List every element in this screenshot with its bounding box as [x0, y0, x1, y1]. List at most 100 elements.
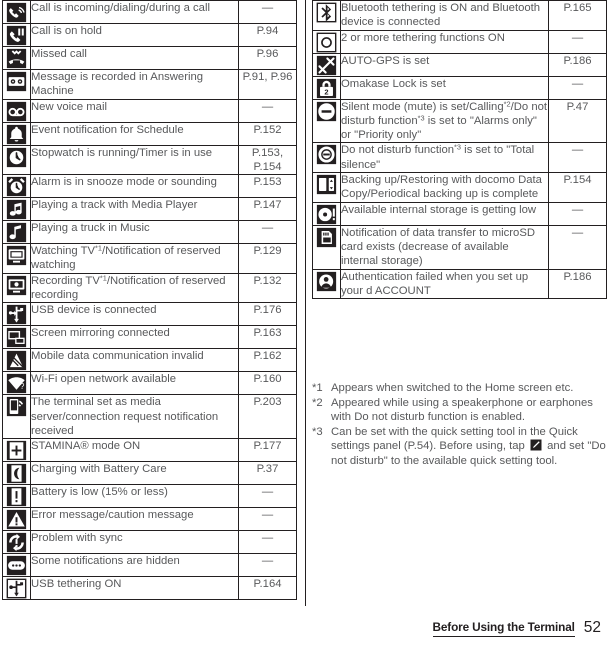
status-icon-cell [2, 553, 31, 578]
status-icon-cell [2, 576, 31, 601]
status-page-reference-cell: P.176 [238, 302, 297, 327]
status-page-reference-cell: — [238, 553, 297, 578]
status-page-reference-cell: P.37 [238, 461, 297, 486]
table-row: Alarm is in snooze mode or sounding P.153 [2, 174, 297, 199]
status-icon-cell [2, 272, 31, 304]
manual-page: Call is incoming/dialing/during a call — C… [0, 0, 609, 645]
multi-tethering-icon [316, 32, 337, 53]
storage-low-icon [316, 204, 337, 225]
status-page-reference-cell: P.152 [238, 121, 297, 146]
status-description-cell: Available internal storage is getting lo… [340, 201, 549, 226]
answering-machine-icon [6, 71, 27, 92]
table-row: 2 or more tethering functions ON — [312, 29, 607, 54]
table-row: Stopwatch is running/Timer is in use P.15… [2, 144, 297, 176]
status-icon-cell [2, 174, 31, 199]
table-row: Charging with Battery Care P.37 [2, 461, 297, 486]
status-description-cell: Recording TV*1/Notification of reserved … [30, 272, 239, 304]
edit-pencil-icon [530, 439, 542, 451]
footnote-text: Appears when switched to the Home screen… [331, 382, 574, 394]
status-icon-cell [2, 69, 31, 100]
status-description-cell: 2 or more tethering functions ON [340, 29, 549, 54]
table-row: Authentication failed when you set up yo… [312, 268, 607, 300]
status-description-cell: Battery is low (15% or less) [30, 484, 239, 509]
tv-watching-icon [6, 245, 27, 266]
table-row: Message is recorded in Answering Machine… [2, 69, 297, 100]
footnote-text: Appeared while using a speakerphone or e… [331, 396, 593, 424]
status-icon-cell [2, 197, 31, 222]
stopwatch-icon [6, 147, 27, 168]
battery-care-icon [6, 463, 27, 484]
left-column: Call is incoming/dialing/during a call — C… [2, 0, 297, 601]
status-icon-cell [2, 507, 31, 532]
silent-mode-icon [316, 101, 337, 122]
status-description-cell: Missed call [30, 46, 239, 70]
status-icon-cell [2, 121, 31, 146]
status-icon-cell [312, 52, 341, 77]
page-footer: Before Using the Terminal 52 [0, 611, 601, 637]
status-icon-cell [2, 348, 31, 373]
status-icon-cell [2, 484, 31, 509]
status-page-reference-cell: P.96 [238, 46, 297, 70]
status-page-reference-cell: P.129 [238, 243, 297, 274]
status-icon-cell [2, 530, 31, 555]
table-row: Backing up/Restoring with docomo Data Co… [312, 172, 607, 203]
status-description-cell: Charging with Battery Care [30, 461, 239, 486]
status-icon-cell [2, 144, 31, 176]
status-icon-cell [312, 98, 341, 144]
mobile-data-off-icon [6, 350, 27, 371]
wifi-open-network-icon: ? [6, 373, 27, 394]
status-page-reference-cell: — [548, 75, 607, 100]
status-icon-cell [312, 201, 341, 226]
status-description-cell: Call is incoming/dialing/during a call [30, 0, 239, 24]
tv-recording-icon [6, 275, 27, 296]
status-icon-cell [2, 220, 31, 245]
table-row: Missed call P.96 [2, 46, 297, 70]
call-active-icon [6, 2, 27, 23]
status-description-cell: USB device is connected [30, 302, 239, 327]
status-icon-cell [312, 172, 341, 203]
footnote-marker: *1 [312, 382, 323, 394]
table-row: AUTO-GPS is set P.186 [312, 52, 607, 77]
table-row: Playing a truck in Music — [2, 220, 297, 245]
status-description-cell: Error message/caution message [30, 507, 239, 532]
table-row: ? Wi-Fi open network available P.160 [2, 371, 297, 396]
status-description-cell: Playing a track with Media Player [30, 197, 239, 222]
table-row: Error message/caution message — [2, 507, 297, 532]
table-row: Mobile data communication invalid P.162 [2, 348, 297, 373]
right-column: Bluetooth tethering is ON and Bluetooth … [312, 0, 607, 300]
table-row: Call is on hold P.94 [2, 23, 297, 47]
status-description-cell: USB tethering ON [30, 576, 239, 601]
music-note-icon [6, 222, 27, 243]
status-icon-cell: ? [2, 371, 31, 396]
status-page-reference-cell: P.163 [238, 325, 297, 350]
status-page-reference-cell: P.177 [238, 438, 297, 463]
status-icon-table-left: Call is incoming/dialing/during a call — C… [2, 0, 297, 601]
status-page-reference-cell: — [238, 484, 297, 509]
status-page-reference-cell: P.186 [548, 52, 607, 77]
status-description-cell: Notification of data transfer to microSD… [340, 224, 549, 270]
table-row: Some notifications are hidden — [2, 553, 297, 578]
footnote-item: *1 Appears when switched to the Home scre… [312, 381, 609, 396]
status-page-reference-cell: P.160 [238, 371, 297, 396]
status-page-reference-cell: P.132 [238, 272, 297, 304]
stamina-mode-icon [6, 440, 27, 461]
status-description-cell: Omakase Lock is set [340, 75, 549, 100]
footer-chapter-title: Before Using the Terminal [432, 620, 575, 637]
usb-device-icon [6, 304, 27, 325]
omakase-lock-icon: 2 [316, 78, 337, 99]
status-description-cell: STAMINA® mode ON [30, 438, 239, 463]
status-description-cell: New voice mail [30, 98, 239, 123]
status-page-reference-cell: P.94 [238, 23, 297, 47]
status-description-cell: The terminal set as media server/connect… [30, 394, 239, 440]
status-page-reference-cell: — [548, 201, 607, 226]
status-icon-cell [312, 0, 341, 31]
status-page-reference-cell: P.153, P.154 [238, 144, 297, 176]
status-description-cell: Backing up/Restoring with docomo Data Co… [340, 172, 549, 203]
call-on-hold-icon [6, 25, 27, 46]
status-page-reference-cell: P.164 [238, 576, 297, 601]
status-page-reference-cell: P.147 [238, 197, 297, 222]
status-page-reference-cell: P.47 [548, 98, 607, 144]
sd-card-transfer-icon [316, 227, 337, 248]
status-icon-cell [2, 46, 31, 70]
auth-failed-icon [316, 271, 337, 292]
